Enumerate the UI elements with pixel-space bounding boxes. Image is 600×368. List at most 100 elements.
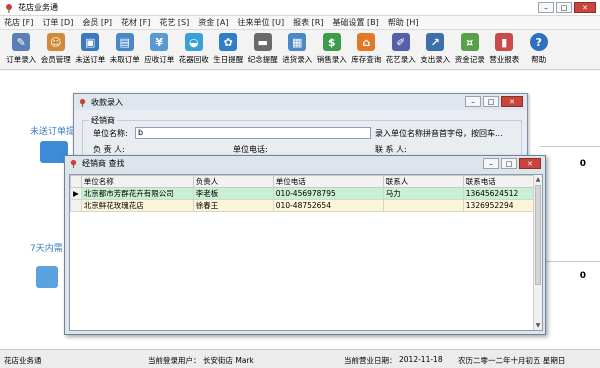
tool-order-entry[interactable]: ✎ 订单录入: [4, 30, 39, 69]
minimize-button[interactable]: –: [483, 158, 499, 169]
table-row[interactable]: ▶ 北京都市芳群花卉有限公司 李老板 010-456978795 马力 1364…: [70, 187, 538, 200]
purchase-icon: ▦: [288, 33, 307, 51]
sales-icon: $: [322, 33, 341, 51]
close-button[interactable]: ✕: [519, 158, 541, 169]
tool-expense[interactable]: ↗ 支出录入: [418, 30, 453, 69]
members-icon: ☺: [46, 33, 65, 51]
divider-line: [540, 261, 600, 262]
expense-icon: ↗: [426, 33, 445, 51]
receivable-icon: ¥: [150, 33, 169, 51]
dialog-titlebar: 收款录入: [74, 94, 527, 110]
tool-unpicked[interactable]: ▤ 未取订单: [108, 30, 143, 69]
table-cell[interactable]: 李老板: [192, 187, 274, 200]
unit-name-label: 单位名称:: [93, 129, 128, 138]
column-header[interactable]: 联系人: [382, 175, 464, 188]
status-app-name: 花店业务通: [4, 356, 42, 365]
tool-receivable[interactable]: ¥ 应收订单: [142, 30, 177, 69]
unit-name-input[interactable]: b: [135, 127, 371, 139]
divider-line: [540, 146, 600, 147]
undelivered-orders-link[interactable]: 未送订单提: [30, 124, 75, 137]
group-label: 经销商: [89, 115, 117, 126]
menu-partners[interactable]: 往来单位 [U]: [237, 17, 284, 28]
status-date-label: 当前营业日期：: [344, 356, 397, 365]
table-cell[interactable]: 北京鲜花玫瑰花店: [80, 199, 194, 212]
memorial-icon: ▬: [253, 33, 272, 51]
person-label: 负 责 人:: [93, 145, 125, 154]
minimize-button[interactable]: –: [465, 96, 481, 107]
table-cell[interactable]: [382, 199, 464, 212]
report-icon: ▮: [495, 33, 514, 51]
close-button[interactable]: ✕: [501, 96, 523, 107]
tool-warehouse[interactable]: ⌂ 库存查询: [349, 30, 384, 69]
table-row[interactable]: 北京鲜花玫瑰花店 徐春王 010-48752654 1326952294: [70, 199, 538, 212]
menu-settings[interactable]: 基础设置 [B]: [332, 17, 378, 28]
menu-shop[interactable]: 花店 [F]: [4, 17, 33, 28]
row-marker-header: [70, 175, 82, 188]
menu-help[interactable]: 帮助 [H]: [388, 17, 419, 28]
maximize-button[interactable]: □: [501, 158, 517, 169]
money-icon: ¤: [460, 33, 479, 51]
app-logo-icon: [6, 3, 12, 13]
tool-members[interactable]: ☺ 会员管理: [39, 30, 74, 69]
phone-label: 单位电话:: [233, 145, 268, 154]
main-titlebar: 花店业务通 – □ ✕: [0, 0, 600, 16]
vertical-scrollbar[interactable]: ▲ ▼: [533, 175, 542, 330]
table-cell[interactable]: 马力: [382, 187, 464, 200]
column-header[interactable]: 联系电话: [462, 175, 538, 188]
menu-members[interactable]: 会员 [P]: [82, 17, 112, 28]
minimize-button[interactable]: –: [538, 2, 554, 13]
column-header[interactable]: 单位电话: [272, 175, 384, 188]
table-cell[interactable]: 010-456978795: [272, 187, 384, 200]
reminder-count: 0: [579, 271, 586, 281]
toolbar: ✎ 订单录入 ☺ 会员管理 ▣ 未送订单 ▤ 未取订单 ¥ 应收订单 ◒ 花器回收 ✿ 生日提…: [0, 30, 600, 70]
warehouse-icon: ⌂: [357, 33, 376, 51]
tool-floral[interactable]: ✐ 花艺录入: [384, 30, 419, 69]
birthday-icon: ✿: [219, 33, 238, 51]
dialog-title: 收款录入: [91, 97, 123, 107]
current-row-arrow-icon: ▶: [70, 187, 82, 200]
menu-floral-art[interactable]: 花艺 [S]: [159, 17, 189, 28]
dealer-search-dialog: 经销商 查找 – □ ✕ 单位名称 负责人 单位电话 联系人 联系电话 ▶ 北京…: [64, 155, 546, 335]
column-header[interactable]: 单位名称: [80, 175, 194, 188]
menu-funds[interactable]: 资金 [A]: [198, 17, 228, 28]
tool-report[interactable]: ▮ 营业报表: [487, 30, 522, 69]
status-user-value: 长安街店 Mark: [203, 356, 254, 365]
floral-icon: ✐: [391, 33, 410, 51]
maximize-button[interactable]: □: [483, 96, 499, 107]
table-cell[interactable]: 1326952294: [462, 199, 538, 212]
status-bar: 花店业务通 当前登录用户： 长安街店 Mark 当前营业日期： 2012-11-…: [0, 349, 600, 368]
menu-reports[interactable]: 报表 [R]: [293, 17, 323, 28]
menu-orders[interactable]: 订单 [D]: [42, 17, 73, 28]
tool-memorial[interactable]: ▬ 纪念提醒: [246, 30, 281, 69]
status-lunar-date: 农历二零一二年十月初五 星期日: [458, 356, 566, 365]
tool-basket[interactable]: ◒ 花器回收: [177, 30, 212, 69]
column-header[interactable]: 负责人: [192, 175, 274, 188]
menu-bar: 花店 [F] 订单 [D] 会员 [P] 花材 [F] 花艺 [S] 资金 [A…: [0, 16, 600, 30]
close-button[interactable]: ✕: [574, 2, 596, 13]
tool-money[interactable]: ¤ 资金记录: [453, 30, 488, 69]
unpicked-icon: ▤: [115, 33, 134, 51]
app-logo-icon: [79, 98, 86, 107]
tool-purchase[interactable]: ▦ 进货录入: [280, 30, 315, 69]
basket-icon: ◒: [184, 33, 203, 51]
help-icon: ?: [529, 33, 548, 51]
table-cell[interactable]: 010-48752654: [272, 199, 384, 212]
table-cell[interactable]: 北京都市芳群花卉有限公司: [80, 187, 194, 200]
dealer-grid: 单位名称 负责人 单位电话 联系人 联系电话 ▶ 北京都市芳群花卉有限公司 李老…: [69, 174, 543, 331]
scroll-thumb[interactable]: [535, 185, 541, 285]
tool-birthday[interactable]: ✿ 生日提醒: [211, 30, 246, 69]
table-cell[interactable]: 徐春王: [192, 199, 274, 212]
undelivered-icon: ▣: [81, 33, 100, 51]
undelivered-count: 0: [579, 159, 586, 169]
maximize-button[interactable]: □: [556, 2, 572, 13]
scroll-up-icon[interactable]: ▲: [534, 175, 542, 184]
tool-sales[interactable]: $ 销售录入: [315, 30, 350, 69]
table-cell[interactable]: 13645624512: [462, 187, 538, 200]
tool-undelivered[interactable]: ▣ 未送订单: [73, 30, 108, 69]
menu-materials[interactable]: 花材 [F]: [121, 17, 150, 28]
row-marker: [70, 199, 82, 212]
scroll-down-icon[interactable]: ▼: [534, 321, 542, 330]
tool-help[interactable]: ? 帮助: [522, 30, 557, 69]
seven-days-link[interactable]: 7天内需: [30, 241, 63, 254]
order-entry-icon: ✎: [12, 33, 31, 51]
